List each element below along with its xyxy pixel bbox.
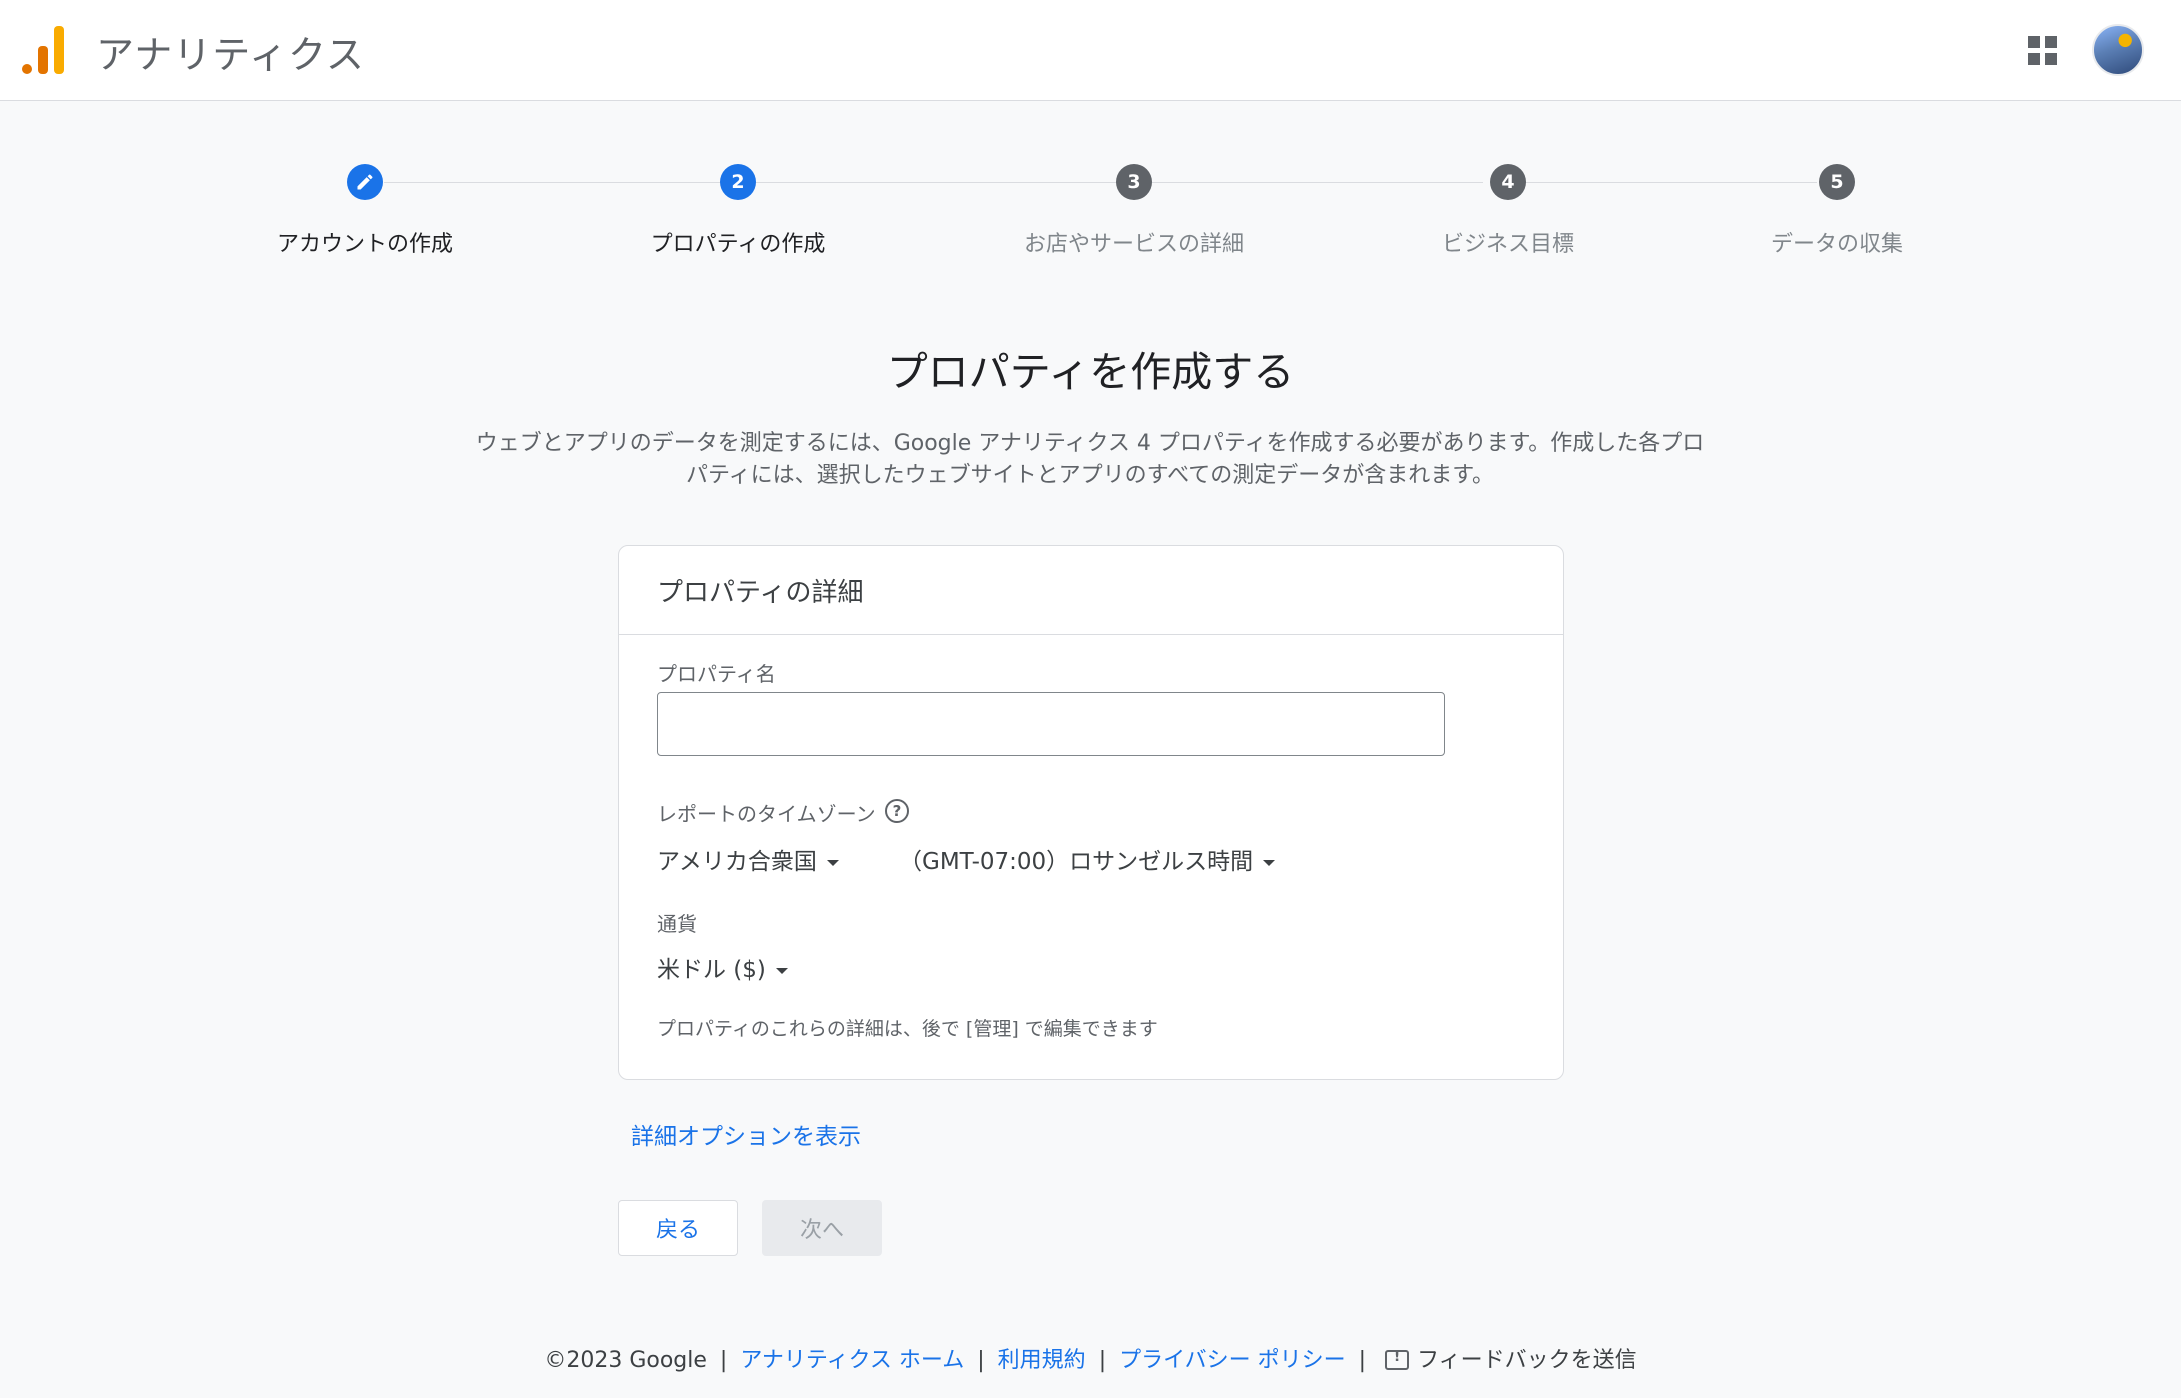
apps-grid-icon[interactable] [2028,36,2058,66]
property-name-input[interactable] [657,692,1445,756]
analytics-home-link[interactable]: アナリティクス ホーム [740,1348,964,1373]
footer-separator: | [1098,1348,1107,1373]
footer-separator: | [1358,1348,1367,1373]
country-select-value: アメリカ合衆国 [657,849,817,875]
intro-text: ウェブとアプリのデータを測定するには、Google アナリティクス 4 プロパテ… [440,428,1740,492]
currency-select-value: 米ドル ($) [657,957,766,983]
back-button[interactable]: 戻る [618,1200,738,1256]
dropdown-arrow-icon [826,859,839,866]
show-advanced-options-link[interactable]: 詳細オプションを表示 [631,1117,861,1151]
timezone-select[interactable]: （GMT-07:00）ロサンゼルス時間 [887,838,1287,880]
intro-line-2: パティには、選択したウェブサイトとアプリのすべての測定データが含まれます。 [685,463,1495,488]
footer-separator: | [719,1348,728,1373]
footer: ©2023 Google | アナリティクス ホーム | 利用規約 | プライバ… [0,1342,2181,1374]
step-5-number: 5 [1819,164,1855,200]
next-button[interactable]: 次へ [762,1200,882,1256]
footer-separator: | [977,1348,985,1373]
dropdown-arrow-icon [1263,859,1276,866]
stepper-connector [1152,182,1483,183]
privacy-policy-link[interactable]: プライバシー ポリシー [1119,1348,1346,1373]
edit-later-note: プロパティのこれらの詳細は、後で [管理] で編集できます [657,1018,1158,1040]
step-1-pencil-icon [347,164,383,200]
stepper-connector [1525,182,1817,183]
property-name-label: プロパティ名 [657,662,776,686]
step-3-number: 3 [1116,164,1152,200]
step-5-label: データの収集 [1770,232,1903,257]
step-4-label: ビジネス目標 [1441,232,1574,257]
step-3-label: お店やサービスの詳細 [1023,232,1244,257]
account-avatar[interactable] [2092,24,2144,76]
intro-line-1: ウェブとアプリのデータを測定するには、Google アナリティクス 4 プロパテ… [475,431,1705,456]
stepper-connector [756,182,1118,183]
currency-label: 通貨 [657,912,697,936]
step-2-label: プロパティの作成 [650,232,826,257]
property-details-card: プロパティの詳細 プロパティ名 レポートのタイムゾーン ? アメリカ合衆国 （G… [618,545,1564,1080]
dropdown-arrow-icon [775,967,788,974]
analytics-logo-icon[interactable] [22,26,66,74]
feedback-icon [1385,1349,1410,1370]
top-app-bar: アナリティクス [0,0,2181,101]
stepper-connector [384,182,722,183]
step-2-number: 2 [720,164,756,200]
help-icon[interactable]: ? [885,799,909,823]
card-header: プロパティの詳細 [619,546,1563,635]
country-select[interactable]: アメリカ合衆国 [645,838,851,880]
currency-select[interactable]: 米ドル ($) [645,946,800,988]
step-4-number: 4 [1490,164,1526,200]
page-title: プロパティを作成する [886,348,1295,396]
step-1-label: アカウントの作成 [276,232,453,257]
send-feedback-button[interactable]: フィードバックを送信 [1379,1348,1637,1373]
copyright: ©2023 Google [544,1348,707,1373]
timezone-select-value: （GMT-07:00）ロサンゼルス時間 [899,849,1254,875]
app-title[interactable]: アナリティクス [96,24,365,79]
terms-link[interactable]: 利用規約 [998,1348,1086,1373]
timezone-label: レポートのタイムゾーン [657,802,876,826]
send-feedback-label: フィードバックを送信 [1417,1348,1637,1373]
